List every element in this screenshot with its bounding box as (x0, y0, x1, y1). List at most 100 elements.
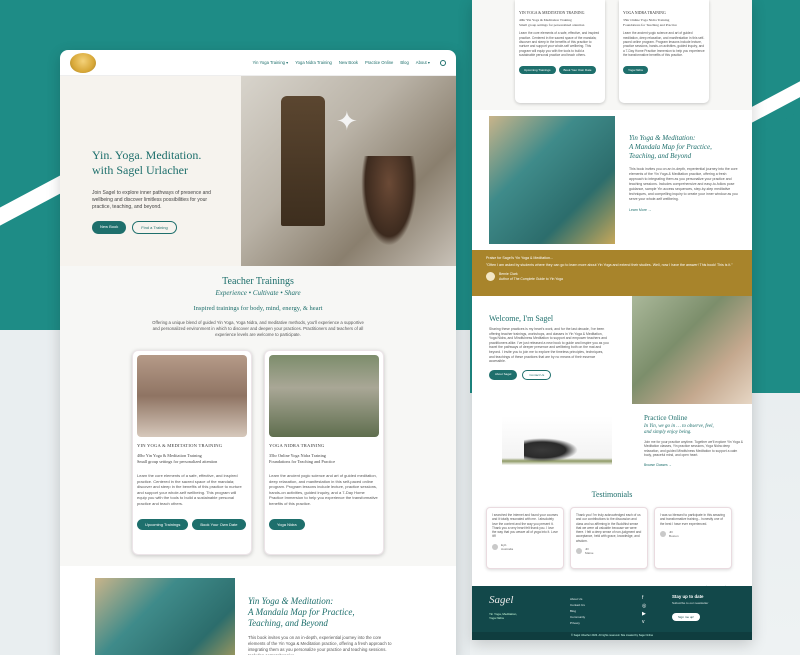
new-book-button[interactable]: New Book (92, 221, 127, 234)
star-lantern-icon: ✦ (336, 106, 358, 136)
welcome-title: Welcome, I'm Sagel (489, 314, 554, 323)
book-title-line: A Mandala Map for Practice, (248, 607, 355, 617)
card-title: YOGA NIDRA TRAINING (269, 443, 325, 448)
training-cards: YIN YOGA & MEDITATION TRAINING 40hr Yin … (60, 350, 456, 555)
about-sagel-button[interactable]: About Sagel (489, 369, 518, 380)
book-title-line: Teaching, and Beyond (248, 618, 328, 628)
facebook-icon[interactable]: f (642, 594, 646, 602)
avatar (486, 272, 495, 281)
footer-link-privacy[interactable]: Privacy (570, 620, 585, 626)
book-description: This book invites you on an in-depth, ex… (248, 635, 392, 655)
card-description: Learn the core elements of a safe, effec… (137, 473, 242, 506)
testimonial-card: Thank you! I'm truly acknowledged each o… (570, 507, 648, 569)
sagel-portrait-photo (632, 296, 752, 404)
book-title-line: Yin Yoga & Meditation: (248, 596, 334, 606)
author-place: Boston (669, 533, 679, 538)
avatar (576, 548, 582, 555)
vimeo-icon[interactable]: v (642, 618, 646, 626)
find-training-button[interactable]: Find a Training (132, 221, 177, 234)
author-place: Maine (585, 551, 594, 556)
youtube-icon[interactable]: ▶ (642, 610, 646, 618)
testimonials-title: Testimonials (591, 490, 633, 499)
book-cover-image (95, 578, 235, 655)
book-section: Yin Yoga & Meditation: A Mandala Map for… (472, 110, 752, 250)
practice-photo (502, 416, 612, 476)
homepage-mockup-right: YIN YOGA & MEDITATION TRAINING 40hr Yin … (472, 0, 752, 640)
author-info: Bernie Clark Author of The Complete Guid… (499, 272, 563, 281)
book-title-line: Yin Yoga & Meditation: (629, 134, 696, 142)
book-section: Yin Yoga & Meditation: A Mandala Map for… (60, 566, 456, 655)
yoga-nidra-button[interactable]: Yoga Nidra (623, 65, 648, 74)
card-line: Foundations for Teaching and Practice (269, 459, 336, 464)
testimonial-text: Thank you! I'm truly acknowledged each o… (576, 513, 642, 543)
practice-subtitle-line: and simply enjoy being. (644, 430, 692, 435)
testimonial-cards: I searched the internet and found your c… (472, 507, 752, 569)
footer-logo[interactable]: Sagel (489, 594, 513, 606)
nav-item-about[interactable]: About ▾ (416, 60, 430, 65)
book-title-line: A Mandala Map for Practice, (629, 143, 712, 151)
learn-more-link[interactable]: Learn More → (629, 208, 741, 212)
author-info: Jill Boston (669, 530, 679, 538)
contact-us-button[interactable]: Contact Us (522, 369, 552, 380)
card-description: Learn the core elements of a safe, effec… (519, 31, 600, 58)
search-icon[interactable] (440, 59, 446, 66)
welcome-buttons: About Sagel Contact Us (489, 369, 609, 380)
footer-brand: Yin Yoga, Meditation, Yoga Nidra (489, 612, 517, 620)
card-title: YIN YOGA & MEDITATION TRAINING (519, 11, 585, 15)
card-line: Small group settings for personalized at… (519, 22, 585, 27)
author-info: Jill Maine (585, 547, 593, 555)
card-line: Small group settings for personalized at… (137, 459, 218, 464)
section-title: Teacher Trainings (222, 276, 294, 287)
instagram-icon[interactable]: ◎ (642, 602, 646, 610)
praise-author: Bernie Clark Author of The Complete Guid… (486, 272, 738, 281)
training-card-yin: YIN YOGA & MEDITATION TRAINING 40hr Yin … (132, 350, 252, 555)
card-description: Learn the ancient yogic science and art … (269, 473, 378, 506)
book-own-date-button[interactable]: Book Your Own Date (192, 518, 246, 530)
hero-title: Yin. Yoga. Meditation. with Sagel Urlach… (92, 148, 242, 178)
hero-title-line: Yin. Yoga. Meditation. (92, 148, 202, 162)
card-description: Learn the ancient yogic science and art … (623, 31, 705, 58)
nav-item-blog[interactable]: Blog (400, 60, 408, 65)
book-own-date-button[interactable]: Book Your Own Date (558, 65, 597, 74)
welcome-description: Sharing these practices is my heart's wo… (489, 327, 609, 364)
testimonial-text: I searched the internet and found your c… (492, 513, 558, 539)
footer-brand-line: Yoga Nidra (489, 616, 504, 620)
top-nav: Yin Yoga Training ▾ Yoga Nidra Training … (60, 50, 456, 76)
testimonial-card: I was so blessed to participate in this … (654, 507, 732, 569)
yoga-pose-figure (524, 436, 584, 464)
person-image (361, 156, 417, 246)
testimonial-author: Jill Maine (576, 547, 642, 555)
upcoming-trainings-button[interactable]: Upcoming Trainings (137, 518, 189, 530)
logo-icon[interactable] (70, 52, 96, 73)
sign-up-button[interactable]: Sign me up! (672, 613, 701, 621)
avatar (492, 543, 498, 550)
card-title: YOGA NIDRA TRAINING (623, 11, 666, 15)
browse-classes-link[interactable]: Browse Classes → (644, 463, 744, 467)
nav-item-practice-online[interactable]: Practice Online (365, 60, 393, 65)
testimonial-card: I searched the internet and found your c… (486, 507, 564, 569)
card-line: Foundations for Teaching and Practice (623, 22, 677, 27)
training-card-nidra: YOGA NIDRA TRAINING 35hr Online Yoga Nid… (264, 350, 384, 555)
praise-quote: "Often I am asked by students where they… (486, 263, 733, 267)
training-cards-right: YIN YOGA & MEDITATION TRAINING 40hr Yin … (472, 0, 752, 110)
welcome-section: Welcome, I'm Sagel Sharing these practic… (472, 296, 752, 406)
practice-online-section: Practice Online In Yin, we go in … to ob… (472, 406, 752, 486)
nav-item-yoga-nidra[interactable]: Yoga Nidra Training (295, 60, 332, 65)
practice-subtitle: In Yin, we go in … to observe, feel, and… (644, 424, 744, 436)
copyright: © Sagel Urlacher 2023. All rights reserv… (472, 632, 752, 640)
book-title-line: Teaching, and Beyond (629, 152, 692, 160)
book-title: Yin Yoga & Meditation: A Mandala Map for… (629, 134, 741, 161)
book-text: Yin Yoga & Meditation: A Mandala Map for… (248, 596, 398, 655)
yoga-nidra-button[interactable]: Yoga Nidra (269, 518, 305, 530)
practice-description: Join me for your practice anytime. Toget… (644, 440, 743, 458)
card-title: YIN YOGA & MEDITATION TRAINING (137, 443, 223, 448)
card-buttons: Upcoming Trainings Book Your Own Date (137, 518, 247, 530)
nav-item-new-book[interactable]: New Book (339, 60, 358, 65)
upcoming-trainings-button[interactable]: Upcoming Trainings (519, 65, 556, 74)
book-title: Yin Yoga & Meditation: A Mandala Map for… (248, 596, 398, 629)
hero-photo: ✦ (241, 76, 456, 266)
training-card-yin: YIN YOGA & MEDITATION TRAINING 40hr Yin … (515, 0, 605, 103)
book-text: Yin Yoga & Meditation: A Mandala Map for… (629, 134, 741, 212)
nav-item-yin-yoga[interactable]: Yin Yoga Training ▾ (253, 60, 289, 65)
hero-description: Join Sagel to explore inner pathways of … (92, 190, 211, 210)
